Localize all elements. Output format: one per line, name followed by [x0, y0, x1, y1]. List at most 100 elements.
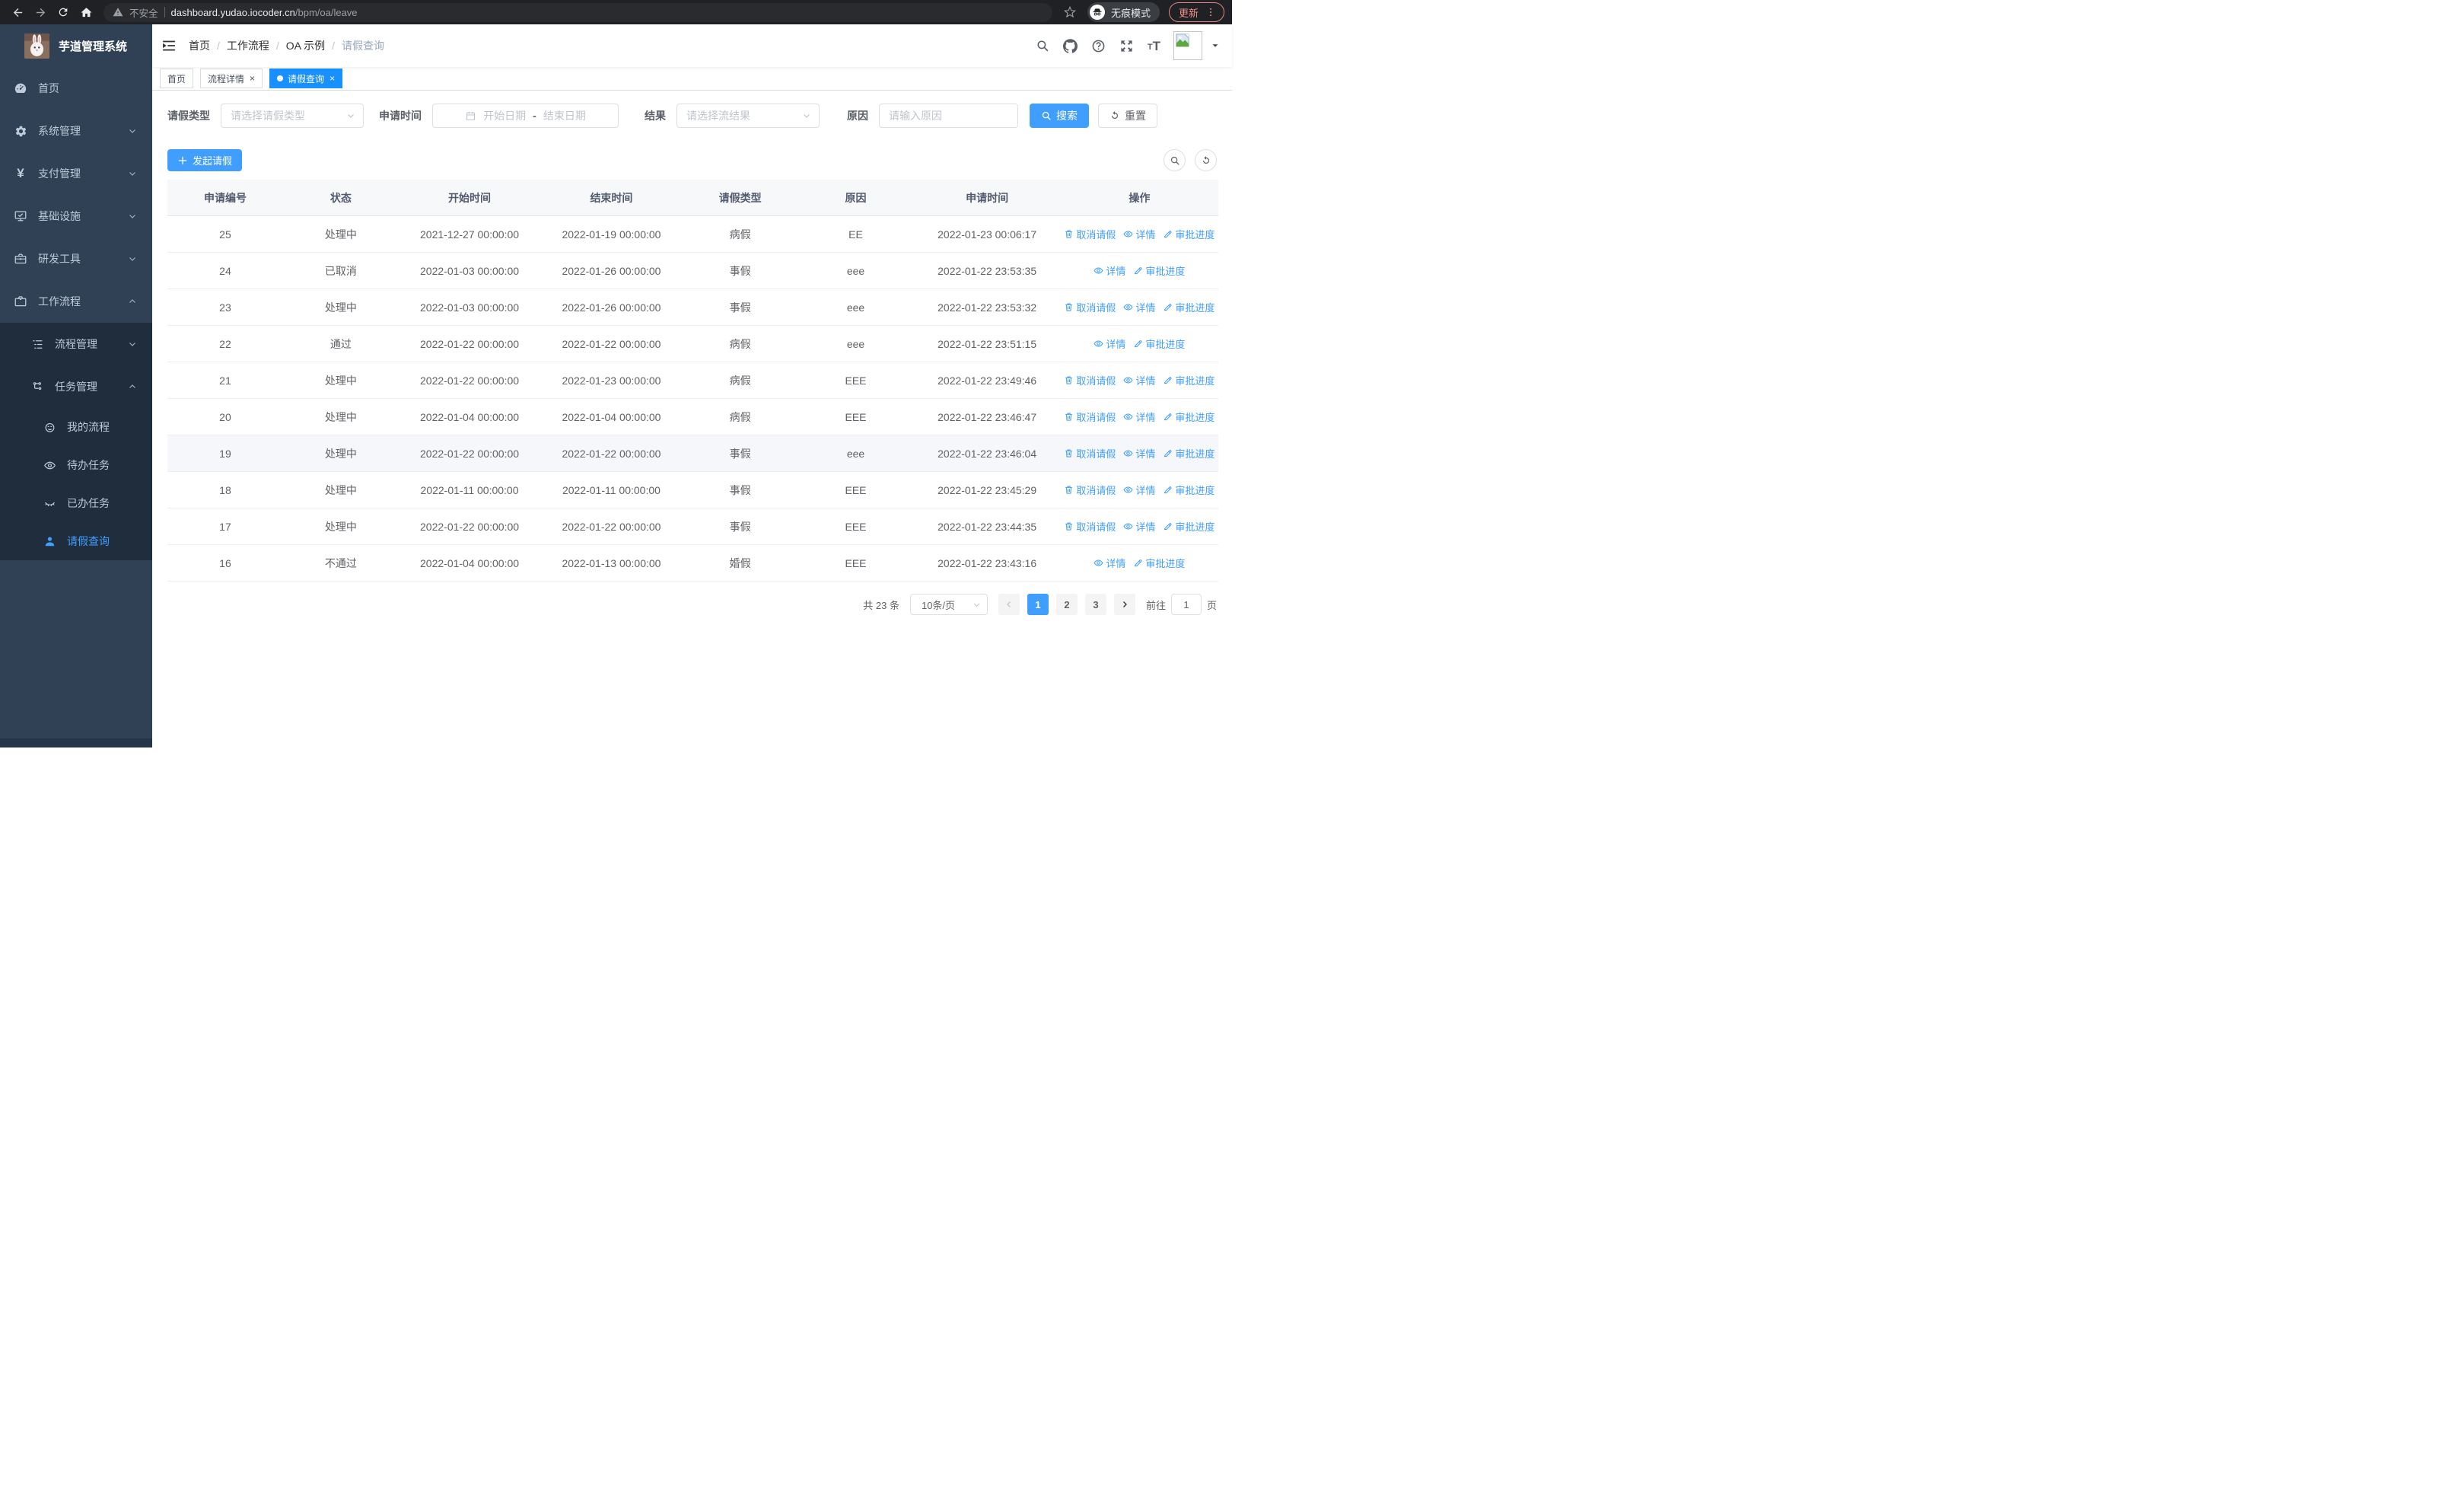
- action-detail-link[interactable]: 详情: [1123, 227, 1155, 241]
- help-doc-button[interactable]: [1091, 38, 1106, 53]
- toggle-search-button[interactable]: [1164, 149, 1186, 171]
- action-detail-link[interactable]: 详情: [1123, 373, 1155, 387]
- action-detail-link[interactable]: 详情: [1123, 483, 1155, 497]
- sidebar-item-infrastructure[interactable]: 基础设施: [0, 195, 152, 237]
- sidebar-item-devtools[interactable]: 研发工具: [0, 237, 152, 280]
- yen-icon: ¥: [17, 166, 24, 180]
- font-size-large-t: T: [1152, 38, 1160, 53]
- action-cancel-link[interactable]: 取消请假: [1064, 300, 1116, 314]
- action-cancel-link[interactable]: 取消请假: [1064, 446, 1116, 461]
- sidebar-item-home[interactable]: 首页: [0, 67, 152, 110]
- browser-back-button[interactable]: [8, 2, 27, 22]
- leave-type-select[interactable]: 请选择请假类型: [221, 104, 364, 128]
- page-size-select[interactable]: 10条/页: [909, 594, 988, 615]
- breadcrumb-item[interactable]: OA 示例: [286, 38, 325, 53]
- cell-reason: eee: [846, 337, 865, 350]
- create-leave-button[interactable]: 发起请假: [167, 149, 243, 171]
- action-detail-link[interactable]: 详情: [1123, 446, 1155, 461]
- cell-actions: 详情 审批进度: [1061, 556, 1218, 570]
- browser-home-button[interactable]: [76, 2, 96, 22]
- breadcrumb-separator: /: [217, 40, 220, 52]
- reason-input[interactable]: [889, 110, 1008, 122]
- cell-status: 处理中: [324, 374, 357, 387]
- sidebar-item-my-process[interactable]: 我的流程: [0, 408, 152, 446]
- reset-button[interactable]: 重置: [1098, 104, 1157, 128]
- date-separator: -: [533, 110, 536, 122]
- action-detail-link[interactable]: 详情: [1094, 263, 1125, 278]
- breadcrumb-item[interactable]: 首页: [189, 38, 210, 53]
- bookmark-star-button[interactable]: [1060, 2, 1080, 22]
- chevron-down-icon: [346, 111, 355, 120]
- fullscreen-button[interactable]: [1119, 38, 1135, 53]
- sidebar-item-label: 任务管理: [55, 381, 97, 393]
- refresh-table-button[interactable]: [1195, 149, 1217, 171]
- page-button-2[interactable]: 2: [1055, 594, 1078, 615]
- avatar[interactable]: [1173, 31, 1202, 60]
- sidebar-item-label: 流程管理: [55, 338, 97, 350]
- sidebar-item-process-management[interactable]: 流程管理: [0, 323, 152, 365]
- action-progress-link[interactable]: 审批进度: [1163, 227, 1214, 241]
- action-detail-link[interactable]: 详情: [1123, 300, 1155, 314]
- github-link-button[interactable]: [1063, 38, 1078, 53]
- action-cancel-link[interactable]: 取消请假: [1064, 227, 1116, 241]
- calendar-icon: [465, 110, 476, 122]
- sidebar-item-system[interactable]: 系统管理: [0, 110, 152, 152]
- action-progress-link[interactable]: 审批进度: [1133, 556, 1185, 570]
- browser-update-button[interactable]: 更新: [1168, 2, 1224, 22]
- cell-status: 处理中: [324, 301, 357, 314]
- sidebar-item-payment[interactable]: ¥ 支付管理: [0, 152, 152, 195]
- goto-page-input[interactable]: [1170, 594, 1202, 615]
- prev-page-button[interactable]: [998, 594, 1020, 615]
- active-tab-dot: [277, 75, 284, 81]
- address-bar[interactable]: 不安全 dashboard.yudao.iocoder.cn/bpm/oa/le…: [103, 2, 1052, 22]
- action-progress-link[interactable]: 审批进度: [1163, 483, 1214, 497]
- search-button[interactable]: 搜索: [1030, 104, 1089, 128]
- cell-end: 2022-01-11 00:00:00: [562, 483, 661, 496]
- sidebar-item-done-tasks[interactable]: 已办任务: [0, 484, 152, 522]
- apply-time-range-picker[interactable]: 开始日期 - 结束日期: [432, 104, 619, 128]
- close-icon[interactable]: ×: [250, 74, 255, 83]
- action-progress-link[interactable]: 审批进度: [1133, 336, 1185, 351]
- browser-forward-button[interactable]: [30, 2, 50, 22]
- reason-label: 原因: [847, 110, 868, 122]
- pager: 123: [998, 594, 1135, 615]
- avatar-caret-icon[interactable]: [1211, 41, 1220, 50]
- breadcrumb-separator: /: [332, 40, 336, 52]
- sidebar-item-workflow[interactable]: 工作流程: [0, 280, 152, 323]
- action-progress-link[interactable]: 审批进度: [1133, 263, 1185, 278]
- action-progress-link[interactable]: 审批进度: [1163, 373, 1214, 387]
- tab-leave-query[interactable]: 请假查询 ×: [269, 69, 343, 88]
- action-detail-link[interactable]: 详情: [1123, 410, 1155, 424]
- action-cancel-link[interactable]: 取消请假: [1064, 519, 1116, 534]
- font-size-button[interactable]: TT: [1148, 40, 1160, 53]
- action-progress-link[interactable]: 审批进度: [1163, 410, 1214, 424]
- page-button-3[interactable]: 3: [1084, 594, 1106, 615]
- sidebar-item-todo-tasks[interactable]: 待办任务: [0, 446, 152, 484]
- breadcrumb-item[interactable]: 工作流程: [227, 38, 269, 53]
- header-search-button[interactable]: [1035, 38, 1050, 53]
- cell-start: 2021-12-27 00:00:00: [420, 228, 520, 241]
- result-select[interactable]: 请选择流结果: [676, 104, 820, 128]
- broken-image-icon: [1176, 33, 1189, 47]
- close-icon[interactable]: ×: [329, 74, 335, 83]
- action-cancel-link[interactable]: 取消请假: [1064, 410, 1116, 424]
- action-progress-link[interactable]: 审批进度: [1163, 519, 1214, 534]
- sidebar-item-task-management[interactable]: 任务管理: [0, 365, 152, 408]
- action-progress-link[interactable]: 审批进度: [1163, 300, 1214, 314]
- table-row: 25 处理中 2021-12-27 00:00:00 2022-01-19 00:00…: [167, 216, 1218, 253]
- app-logo-row[interactable]: 芋道管理系统: [0, 24, 152, 67]
- browser-reload-button[interactable]: [53, 2, 73, 22]
- action-detail-link[interactable]: 详情: [1123, 519, 1155, 534]
- action-cancel-link[interactable]: 取消请假: [1064, 483, 1116, 497]
- action-cancel-link[interactable]: 取消请假: [1064, 373, 1116, 387]
- page-button-1[interactable]: 1: [1027, 594, 1049, 615]
- tab-home[interactable]: 首页: [160, 69, 194, 88]
- tab-process-detail[interactable]: 流程详情 ×: [200, 69, 263, 88]
- action-detail-link[interactable]: 详情: [1094, 336, 1125, 351]
- action-detail-link[interactable]: 详情: [1094, 556, 1125, 570]
- action-progress-link[interactable]: 审批进度: [1163, 446, 1214, 461]
- sidebar-collapse-button[interactable]: [161, 38, 177, 53]
- next-page-button[interactable]: [1113, 594, 1135, 615]
- table-row: 21 处理中 2022-01-22 00:00:00 2022-01-23 00:00…: [167, 362, 1218, 399]
- sidebar-item-leave-query[interactable]: 请假查询: [0, 522, 152, 560]
